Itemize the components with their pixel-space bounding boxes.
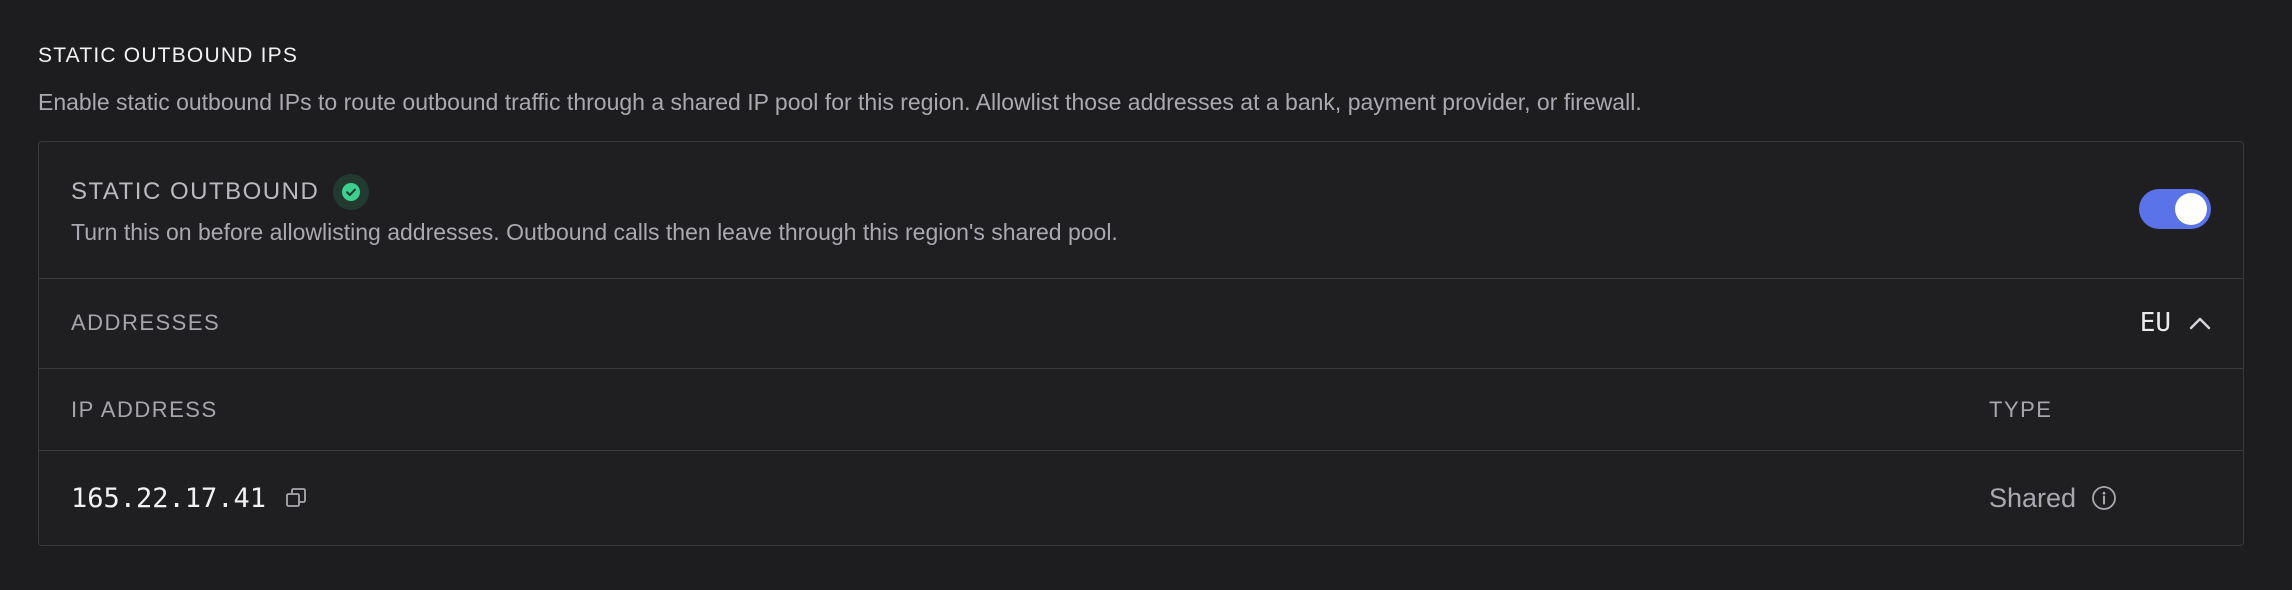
static-outbound-ips-section: STATIC OUTBOUND IPS Enable static outbou…: [38, 38, 2246, 546]
static-outbound-card: STATIC OUTBOUND Turn this on before allo…: [38, 141, 2244, 546]
type-cell: Shared: [1989, 480, 2118, 516]
addresses-row[interactable]: ADDRESSES EU: [39, 278, 2243, 369]
chevron-up-icon[interactable]: [2189, 316, 2211, 330]
static-outbound-row: STATIC OUTBOUND Turn this on before allo…: [39, 142, 2243, 279]
column-header-ip-address: IP ADDRESS: [71, 397, 218, 422]
region-selector[interactable]: EU: [2140, 303, 2211, 343]
static-outbound-description: Turn this on before allowlisting address…: [71, 219, 1118, 245]
check-circle-icon: [333, 174, 370, 210]
toggle-knob: [2175, 193, 2207, 225]
copy-icon[interactable]: [282, 484, 310, 512]
addresses-label: ADDRESSES: [71, 310, 221, 335]
region-label: EU: [2139, 308, 2171, 338]
ip-address-value: 165.22.17.41: [71, 482, 267, 514]
table-row: 165.22.17.41 Shared: [39, 450, 2243, 546]
section-title: STATIC OUTBOUND IPS: [38, 44, 299, 67]
column-header-type: TYPE: [1989, 397, 2053, 422]
ip-address-cell: 165.22.17.41: [71, 480, 310, 516]
info-icon[interactable]: [2090, 484, 2118, 512]
table-header: IP ADDRESS TYPE: [39, 368, 2243, 451]
static-outbound-toggle[interactable]: [2139, 189, 2211, 229]
static-outbound-heading: STATIC OUTBOUND: [71, 174, 370, 210]
static-outbound-title: STATIC OUTBOUND: [71, 178, 320, 205]
section-description: Enable static outbound IPs to route outb…: [38, 89, 1642, 115]
type-value: Shared: [1989, 482, 2077, 513]
